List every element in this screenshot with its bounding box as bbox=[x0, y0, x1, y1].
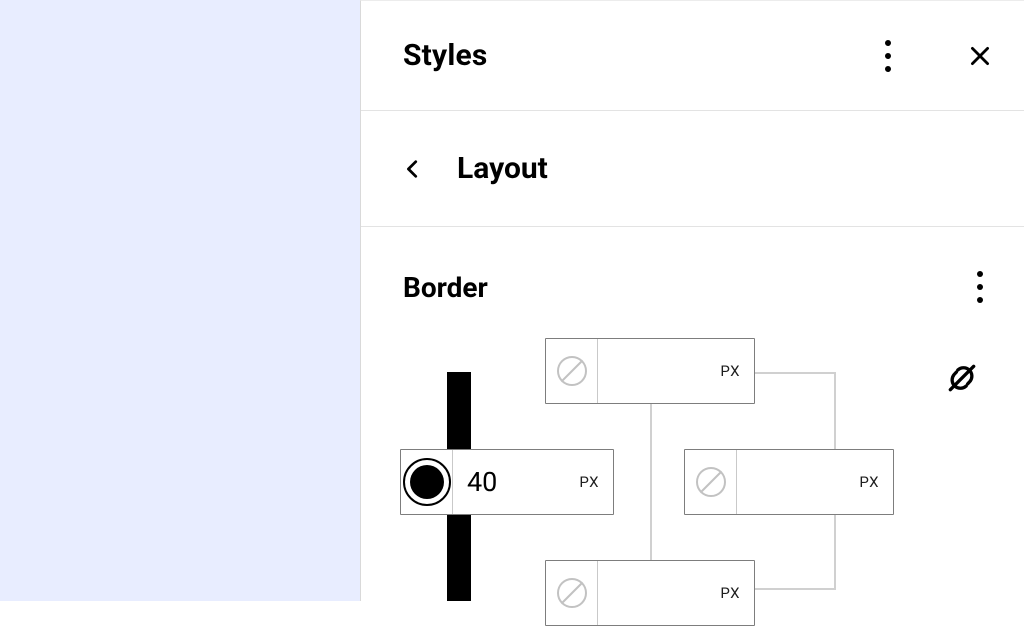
editor-canvas[interactable] bbox=[0, 0, 360, 601]
border-bottom-input[interactable] bbox=[612, 577, 706, 609]
no-color-icon bbox=[696, 467, 726, 497]
border-link-toggle[interactable] bbox=[940, 356, 984, 400]
panel-close-button[interactable] bbox=[960, 36, 1000, 76]
border-top-unit[interactable]: PX bbox=[720, 339, 754, 403]
panel-header: Styles bbox=[361, 1, 1024, 111]
no-color-icon bbox=[557, 356, 587, 386]
panel-subheader: Layout bbox=[361, 111, 1024, 227]
border-top-color-swatch[interactable] bbox=[546, 339, 598, 403]
section-title: Border bbox=[403, 271, 488, 304]
diagram-wire bbox=[650, 372, 652, 590]
border-left-unit[interactable]: PX bbox=[579, 450, 613, 514]
no-color-icon bbox=[557, 578, 587, 608]
border-bottom-value[interactable] bbox=[598, 561, 720, 625]
border-bottom-control: PX bbox=[545, 560, 755, 626]
border-top-input[interactable] bbox=[612, 355, 706, 387]
panel-more-button[interactable] bbox=[868, 36, 908, 76]
border-left-value[interactable] bbox=[453, 450, 579, 514]
unlink-icon bbox=[942, 358, 982, 398]
panel-header-actions bbox=[868, 36, 1000, 76]
border-bottom-color-swatch[interactable] bbox=[546, 561, 598, 625]
close-icon bbox=[967, 43, 993, 69]
border-left-control: PX bbox=[400, 449, 614, 515]
swatch-focus-ring-icon bbox=[403, 458, 451, 506]
border-top-value[interactable] bbox=[598, 339, 720, 403]
border-right-color-swatch[interactable] bbox=[685, 450, 737, 514]
border-right-value[interactable] bbox=[737, 450, 859, 514]
border-right-unit[interactable]: PX bbox=[859, 450, 893, 514]
more-vertical-icon bbox=[885, 40, 891, 72]
border-top-control: PX bbox=[545, 338, 755, 404]
chevron-left-icon bbox=[402, 155, 424, 183]
section-header: Border bbox=[361, 227, 1024, 325]
color-swatch-icon bbox=[410, 465, 444, 499]
border-left-color-swatch[interactable] bbox=[401, 450, 453, 514]
more-vertical-icon bbox=[977, 271, 983, 303]
subsection-title: Layout bbox=[457, 151, 548, 186]
border-left-input[interactable] bbox=[467, 466, 565, 498]
panel-title: Styles bbox=[403, 38, 487, 73]
back-button[interactable] bbox=[393, 149, 433, 189]
border-right-input[interactable] bbox=[751, 466, 845, 498]
border-right-control: PX bbox=[684, 449, 894, 515]
border-bottom-unit[interactable]: PX bbox=[720, 561, 754, 625]
section-more-button[interactable] bbox=[960, 267, 1000, 307]
